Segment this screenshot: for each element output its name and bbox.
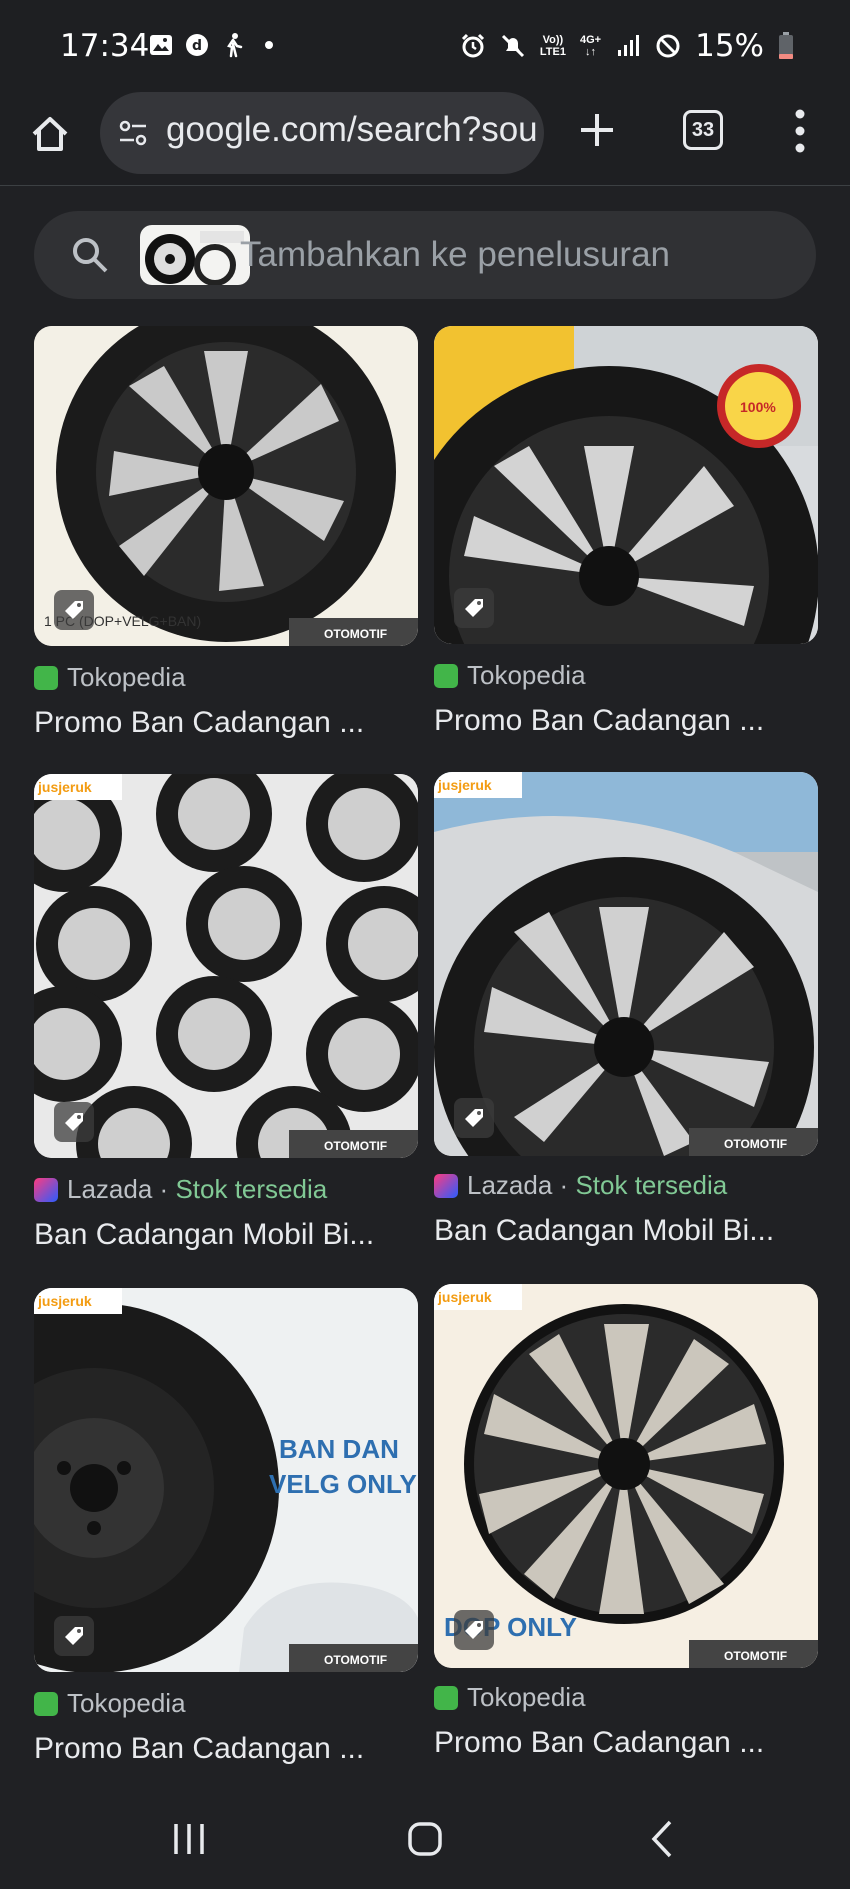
- gallery-icon: [150, 35, 172, 55]
- tag-icon[interactable]: [454, 1610, 494, 1650]
- result-image[interactable]: jusjeruk OTOMOTIF: [434, 772, 818, 1156]
- signal-icon: [618, 35, 640, 56]
- result-source: Tokopedia: [434, 660, 586, 691]
- browser-toolbar: google.com/search?sou 33: [0, 92, 850, 186]
- mute-icon: [501, 34, 524, 58]
- dot-icon: [265, 41, 273, 49]
- status-right: Vo)) LTE1 4G+ ↓↑ 15%: [460, 28, 794, 64]
- back-icon[interactable]: [640, 1816, 686, 1862]
- do-not-disturb-icon: [656, 34, 680, 58]
- system-nav-bar: [0, 1786, 850, 1889]
- result-source: Tokopedia: [434, 1682, 586, 1713]
- svg-text:OTOMOTIF: OTOMOTIF: [724, 1649, 787, 1663]
- battery-icon: [779, 32, 793, 59]
- svg-text:OTOMOTIF: OTOMOTIF: [324, 1653, 387, 1667]
- result-source: Lazada · Stok tersedia: [34, 1174, 327, 1205]
- svg-text:100%: 100%: [740, 399, 776, 415]
- svg-text:d: d: [192, 38, 202, 54]
- result-title[interactable]: Promo Ban Cadangan ...: [34, 706, 364, 740]
- status-time: 17:34: [60, 28, 150, 64]
- result-image[interactable]: 1 PC (DOP+VELG+BAN) OTOMOTIF: [34, 326, 418, 646]
- result-source: Tokopedia: [34, 1688, 186, 1719]
- home-icon[interactable]: [28, 112, 72, 156]
- tokopedia-icon: [434, 663, 458, 688]
- tokopedia-icon: [434, 1685, 458, 1710]
- notification-icons: d: [148, 32, 282, 58]
- tag-icon[interactable]: [54, 1616, 94, 1656]
- svg-text:jusjeruk: jusjeruk: [437, 777, 492, 793]
- stock-status: Stok tersedia: [575, 1170, 728, 1200]
- result-title[interactable]: Ban Cadangan Mobil Bi...: [434, 1214, 774, 1248]
- svg-text:jusjeruk: jusjeruk: [37, 779, 92, 795]
- lazada-icon: [34, 1177, 58, 1202]
- svg-text:OTOMOTIF: OTOMOTIF: [724, 1137, 787, 1151]
- result-title[interactable]: Promo Ban Cadangan ...: [434, 704, 764, 738]
- result-image[interactable]: jusjeruk BAN DAN VELG ONLY OTOMOTIF: [34, 1288, 418, 1672]
- result-title[interactable]: Promo Ban Cadangan ...: [434, 1726, 764, 1760]
- svg-text:jusjeruk: jusjeruk: [37, 1293, 92, 1309]
- tag-icon[interactable]: [454, 588, 494, 628]
- result-source: Lazada · Stok tersedia: [434, 1170, 727, 1201]
- result-image[interactable]: 100%: [434, 326, 818, 644]
- tokopedia-icon: [34, 1691, 58, 1716]
- tokopedia-icon: [34, 665, 58, 690]
- url-text[interactable]: google.com/search?sou: [166, 110, 538, 150]
- result-image[interactable]: jusjeruk DOP ONLY OTOMOTIF: [434, 1284, 818, 1668]
- result-source: Tokopedia: [34, 662, 186, 693]
- svg-text:BAN DAN: BAN DAN: [279, 1434, 399, 1464]
- tag-icon[interactable]: [54, 590, 94, 630]
- battery-percent: 15%: [695, 28, 764, 64]
- url-bar[interactable]: google.com/search?sou: [100, 92, 544, 174]
- status-bar: 17:34 d Vo)) LTE1 4G+ ↓↑ 15%: [0, 0, 850, 92]
- app-d-icon: d: [186, 34, 208, 56]
- search-box[interactable]: Tambahkan ke penelusuran: [34, 211, 816, 299]
- recents-icon[interactable]: [166, 1816, 212, 1862]
- svg-text:VELG ONLY: VELG ONLY: [269, 1469, 417, 1499]
- home-nav-icon[interactable]: [402, 1816, 448, 1862]
- stock-status: Stok tersedia: [175, 1174, 328, 1204]
- data-label: 4G+ ↓↑: [579, 34, 602, 58]
- search-icon[interactable]: [70, 235, 110, 275]
- volte-label: Vo)) LTE1: [539, 34, 566, 58]
- walking-icon: [227, 33, 243, 58]
- more-icon[interactable]: [788, 106, 812, 156]
- result-title[interactable]: Ban Cadangan Mobil Bi...: [34, 1218, 374, 1252]
- lazada-icon: [434, 1173, 458, 1198]
- search-image-thumbnail[interactable]: [140, 225, 250, 285]
- svg-text:OTOMOTIF: OTOMOTIF: [324, 627, 387, 641]
- search-placeholder[interactable]: Tambahkan ke penelusuran: [240, 235, 670, 275]
- tabs-button[interactable]: 33: [683, 110, 723, 150]
- svg-text:jusjeruk: jusjeruk: [437, 1289, 492, 1305]
- result-title[interactable]: Promo Ban Cadangan ...: [34, 1732, 364, 1766]
- result-image[interactable]: jusjeruk OTOMOTIF: [34, 774, 418, 1158]
- add-icon[interactable]: [575, 108, 619, 152]
- info-icon[interactable]: [116, 116, 150, 150]
- svg-text:OTOMOTIF: OTOMOTIF: [324, 1139, 387, 1153]
- alarm-icon: [461, 33, 484, 58]
- tag-icon[interactable]: [454, 1098, 494, 1138]
- tag-icon[interactable]: [54, 1102, 94, 1142]
